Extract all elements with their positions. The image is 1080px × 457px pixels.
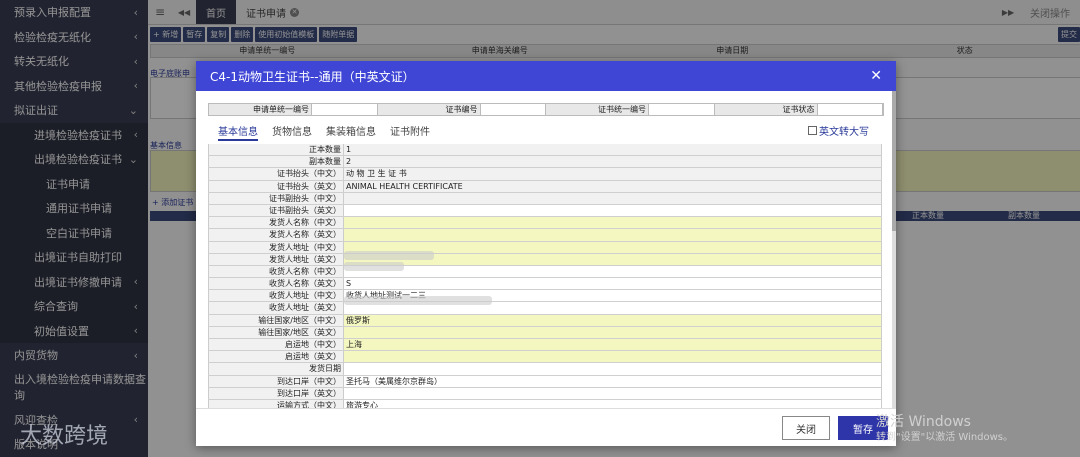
modal-scroll-thumb[interactable] [892, 91, 896, 231]
modal-tabs: 基本信息 货物信息 集装箱信息 证书附件 [218, 123, 430, 141]
form-row: 输往国家/地区（中文） 俄罗斯 [208, 314, 882, 327]
form-row: 正本数量 1 [208, 144, 882, 157]
form-label: 到达口岸（中文） [208, 375, 344, 387]
info-value [479, 104, 546, 115]
modal-title: C4-1动物卫生证书--通用（中英文证） [210, 69, 415, 84]
form-field[interactable]: 俄罗斯 [344, 314, 882, 326]
form-field[interactable] [344, 229, 882, 241]
form-field[interactable]: S [344, 278, 882, 290]
info-label: 申请单统一编号 [209, 104, 311, 115]
redacted-block [344, 296, 492, 305]
form-field[interactable] [344, 363, 882, 375]
form-row: 发货日期 [208, 363, 882, 376]
info-label: 证书统一编号 [546, 104, 648, 115]
form-row: 副本数量 2 [208, 156, 882, 169]
info-value [648, 104, 715, 115]
form-field[interactable] [344, 351, 882, 363]
form-label: 启运地（英文） [208, 351, 344, 363]
form-row: 收货人地址（中文）收货人地址测试一二三 [208, 290, 882, 303]
form-field[interactable] [344, 204, 882, 217]
form-row: 启运地（中文） 上海 [208, 339, 882, 352]
form-field[interactable]: 1 [344, 144, 882, 156]
form-row: 证书抬头（中文）动 物 卫 生 证 书 [208, 168, 882, 181]
modal-footer: 关闭 暂存 [196, 408, 896, 446]
uppercase-checkbox[interactable] [808, 126, 817, 135]
form-field[interactable]: ANIMAL HEALTH CERTIFICATE [344, 180, 882, 192]
form-label: 收货人名称（英文） [208, 278, 344, 290]
close-button[interactable]: 关闭 [782, 416, 830, 440]
form-row: 到达口岸（英文） [208, 387, 882, 400]
form-label: 收货人地址（英文） [208, 302, 344, 314]
form-label: 副本数量 [208, 156, 344, 168]
form-label: 输往国家/地区（中文） [208, 314, 344, 326]
watermark-logo: 大数跨境 [20, 424, 109, 449]
info-value [816, 104, 883, 115]
form-row: 证书抬头（英文） ANIMAL HEALTH CERTIFICATE [208, 180, 882, 193]
cert-info-table: 申请单统一编号 证书编号 证书统一编号 证书状态 [208, 103, 884, 116]
form-label: 启运地（中文） [208, 339, 344, 351]
form-row: 发货人地址（英文） [208, 253, 882, 266]
form-label: 发货人名称（英文） [208, 229, 344, 241]
form-row: 收货人名称（英文） S [208, 278, 882, 291]
form-field[interactable]: 圣托马（美属维尔京群岛） [344, 375, 882, 387]
form-label: 输往国家/地区（英文） [208, 326, 344, 338]
form-label: 证书抬头（中文） [208, 168, 344, 180]
modal-tab[interactable]: 货物信息 [272, 123, 312, 141]
form-field[interactable] [344, 265, 882, 278]
activate-title: 激活 Windows [876, 414, 971, 430]
modal-tab[interactable]: 基本信息 [218, 123, 258, 141]
info-label: 证书编号 [377, 104, 480, 115]
modal-body: 申请单统一编号 证书编号 证书统一编号 证书状态 基本信息 货物信息 集装箱信息 证书附件 … [196, 91, 891, 409]
redacted-block [344, 251, 434, 260]
form-field[interactable]: 动 物 卫 生 证 书 [344, 168, 882, 180]
form-row: 到达口岸（中文） 圣托马（美属维尔京群岛） [208, 375, 882, 388]
form-field[interactable] [344, 387, 882, 399]
info-value [311, 104, 378, 115]
form-label: 证书副抬头（中文） [208, 192, 344, 204]
form-label: 收货人地址（中文） [208, 290, 344, 302]
close-icon[interactable]: ✕ [870, 68, 882, 84]
modal-tab[interactable]: 集装箱信息 [326, 123, 376, 141]
form-row: 证书副抬头（中文） [208, 192, 882, 205]
form-label: 发货人地址（英文） [208, 253, 344, 265]
modal-header: C4-1动物卫生证书--通用（中英文证） ✕ [196, 61, 896, 91]
modal-tab[interactable]: 证书附件 [390, 123, 430, 141]
form-field[interactable] [344, 326, 882, 338]
activate-subtitle: 转到"设置"以激活 Windows。 [876, 432, 1014, 443]
redacted-block [344, 262, 404, 271]
form-row: 启运地（英文） [208, 351, 882, 364]
uppercase-label: 英文转大写 [819, 127, 869, 138]
form-row: 发货人地址（中文） [208, 241, 882, 254]
form-field[interactable]: 2 [344, 156, 882, 168]
form-label: 正本数量 [208, 144, 344, 156]
form-field[interactable] [344, 217, 882, 229]
cert-form: 正本数量 1 副本数量 2 证书抬头（中文）动 物 卫 生 证 书证书抬头（英文） ANI… [208, 144, 882, 409]
form-label: 证书抬头（英文） [208, 180, 344, 192]
form-row: 收货人名称（中文） [208, 265, 882, 279]
form-label: 收货人名称（中文） [208, 265, 344, 278]
form-label: 到达口岸（英文） [208, 387, 344, 399]
form-label: 发货人名称（中文） [208, 217, 344, 229]
form-field[interactable] [344, 192, 882, 204]
form-row: 输往国家/地区（英文） [208, 326, 882, 339]
info-label: 证书状态 [714, 104, 817, 115]
form-field[interactable]: 上海 [344, 339, 882, 351]
cert-modal: C4-1动物卫生证书--通用（中英文证） ✕ 申请单统一编号 证书编号 证书统一编号… [196, 61, 896, 446]
form-row: 发货人名称（英文） [208, 229, 882, 242]
form-row: 发货人名称（中文） [208, 217, 882, 230]
form-row: 收货人地址（英文） [208, 302, 882, 315]
form-label: 发货人地址（中文） [208, 241, 344, 253]
uppercase-toggle[interactable]: 英文转大写 [808, 123, 869, 138]
form-label: 证书副抬头（英文） [208, 204, 344, 217]
windows-activation-notice: 激活 Windows 转到"设置"以激活 Windows。 [876, 414, 1013, 446]
form-row: 证书副抬头（英文） [208, 204, 882, 218]
form-label: 发货日期 [208, 363, 344, 375]
